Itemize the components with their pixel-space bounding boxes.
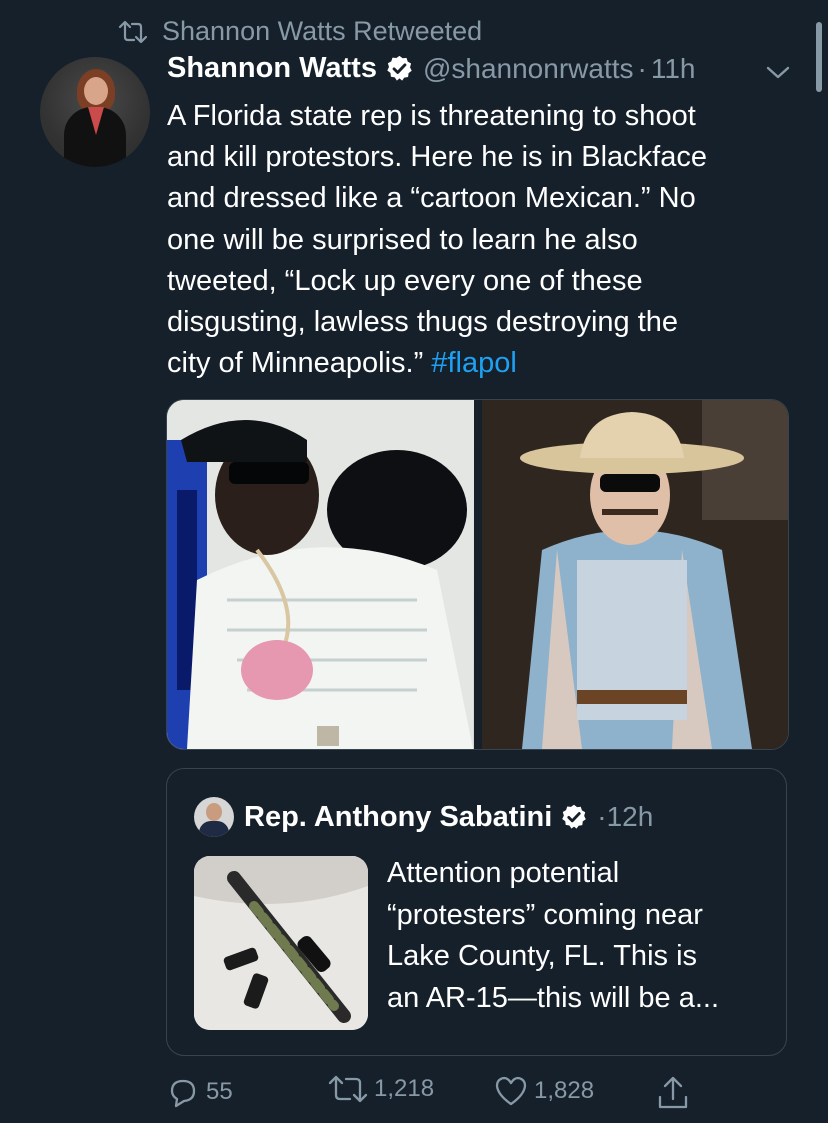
tweet-text: A Florida state rep is threatening to sh…	[167, 96, 807, 384]
tweet-text-line: and dressed like a “cartoon Mexican.” No	[167, 182, 696, 215]
tweet-text-line: and kill protestors. Here he is in Black…	[167, 141, 707, 174]
like-button[interactable]: 1,828	[494, 1075, 594, 1107]
quoted-author-name[interactable]: Rep. Anthony Sabatini	[244, 801, 552, 834]
tweet-actions: 55 1,218 1,828	[166, 1075, 806, 1111]
quoted-tweet-text: Attention potential “protesters” coming …	[387, 853, 777, 1019]
tweet-text-line: city of Minneapolis.”	[167, 347, 432, 380]
like-count: 1,828	[534, 1077, 595, 1104]
quoted-timestamp[interactable]: 12h	[607, 801, 654, 833]
avatar[interactable]	[40, 57, 150, 167]
retweet-icon	[118, 20, 148, 44]
photo-illustration-left	[167, 400, 473, 749]
tweet-text-line-last: city of Minneapolis.” #flapol	[167, 343, 807, 384]
retweet-indicator[interactable]: Shannon Watts Retweeted	[118, 16, 482, 47]
media-grid	[166, 399, 789, 750]
tweet-text-line: tweeted, “Lock up every one of these	[167, 264, 643, 297]
chevron-down-icon[interactable]	[765, 65, 791, 86]
retweet-button[interactable]: 1,218	[328, 1075, 434, 1103]
media-photo-right[interactable]	[481, 400, 788, 749]
quoted-text-line: Lake County, FL. This is	[387, 940, 698, 972]
retweet-count: 1,218	[374, 1075, 435, 1102]
hashtag-link[interactable]: #flapol	[431, 347, 516, 379]
tweet-text-line: one will be surprised to learn he also	[167, 223, 638, 256]
like-icon	[494, 1075, 528, 1107]
quoted-text-line: an AR-15—this will be a...	[387, 981, 720, 1014]
media-photo-left[interactable]	[167, 400, 474, 749]
tweet-header: Shannon Watts @shannonrwatts · 11h	[167, 52, 695, 85]
quoted-separator: ·	[597, 801, 607, 832]
reply-button[interactable]: 55	[166, 1075, 233, 1109]
quoted-tweet-header: Rep. Anthony Sabatini · 12h	[194, 797, 653, 837]
header-separator: ·	[637, 52, 647, 84]
share-icon	[656, 1075, 690, 1111]
timeline-page: Shannon Watts Retweeted Shannon Watts @s…	[0, 0, 828, 1123]
author-name[interactable]: Shannon Watts	[167, 52, 377, 85]
share-button[interactable]	[656, 1075, 690, 1111]
quoted-tweet[interactable]: Rep. Anthony Sabatini · 12h Attention po…	[166, 768, 787, 1056]
verified-badge-icon	[560, 803, 588, 831]
tweet-text-line: disgusting, lawless thugs destroying the	[167, 306, 679, 339]
tweet-timestamp[interactable]: 11h	[651, 53, 696, 85]
quoted-text-line: Attention potential	[387, 857, 620, 889]
quoted-media-thumbnail[interactable]	[194, 856, 368, 1030]
scrollbar[interactable]	[816, 22, 822, 92]
retweet-label: Shannon Watts Retweeted	[162, 16, 483, 46]
photo-illustration-right	[481, 400, 788, 749]
reply-icon	[166, 1075, 200, 1109]
tweet-text-line: A Florida state rep is threatening to sh…	[167, 100, 696, 132]
reply-count: 55	[206, 1078, 233, 1105]
verified-badge-icon	[385, 54, 414, 83]
retweet-icon	[328, 1075, 368, 1103]
quoted-text-line: “protesters” coming near	[387, 898, 703, 931]
author-handle[interactable]: @shannonrwatts	[423, 53, 634, 85]
rifle-photo-illustration	[194, 856, 368, 1030]
quoted-avatar[interactable]	[194, 797, 234, 837]
